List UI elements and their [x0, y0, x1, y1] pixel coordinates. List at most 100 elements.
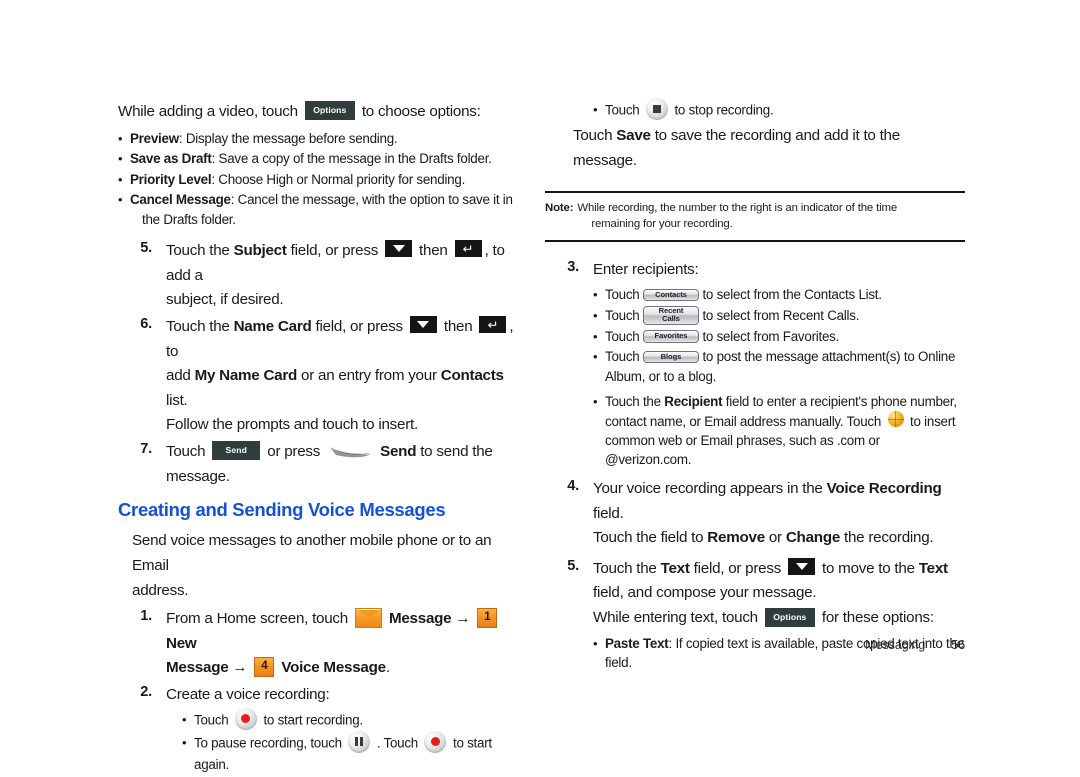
list-item-body: Save as Draft: Save a copy of the messag…: [130, 149, 528, 168]
list-item-body: To pause recording, touch . Touch to sta…: [194, 730, 528, 774]
numbered-step-5: 5. Touch the Subject field, or press the…: [118, 239, 528, 313]
stop-bullet-b: to stop recording.: [674, 102, 774, 118]
save-label: Save: [616, 127, 651, 144]
bullet-icon: •: [593, 307, 598, 323]
option-term: Preview: [130, 130, 179, 146]
list-item: • To pause recording, touch . Touch to s…: [182, 730, 528, 774]
rec-bullet-a: Touch: [194, 712, 229, 728]
menu-badge-4-icon[interactable]: 4: [254, 657, 275, 678]
stop-button-icon[interactable]: [645, 98, 668, 120]
recent-calls-line2: Calls: [662, 314, 680, 324]
numbered-step-2: 2. Create a voice recording: • Touch to …: [118, 683, 528, 775]
step-body: Touch Send or press Send to send the mes…: [152, 440, 528, 489]
step6-line3: Follow the prompts and touch to insert.: [166, 416, 418, 434]
message-envelope-icon[interactable]: [354, 608, 382, 629]
r5-l3-b: for these options:: [821, 609, 934, 627]
list-item: • Touch the Recipient field to enter a r…: [593, 392, 965, 470]
send-softkey[interactable]: Send: [212, 441, 261, 461]
enter-key-icon[interactable]: ↵: [479, 316, 507, 334]
recip-line3: common web or Email phrases, such as .co…: [605, 433, 880, 468]
numbered-step-4: 4. Your voice recording appears in the V…: [545, 477, 965, 551]
list-item: • Save as Draft: Save a copy of the mess…: [118, 149, 528, 169]
step3-title: Enter recipients:: [593, 260, 699, 278]
list-item-body: Touch the Recipient field to enter a rec…: [605, 392, 965, 470]
numbered-step-7: 7. Touch Send or press Send to send the …: [118, 440, 528, 489]
contacts-button[interactable]: Contacts: [642, 288, 699, 302]
list-item: • Touch Contacts to select from the Cont…: [593, 285, 965, 305]
save-line2: message.: [573, 151, 637, 169]
step-number: 6.: [140, 315, 152, 332]
list-item-body: Priority Level: Choose High or Normal pr…: [130, 170, 528, 189]
list-item: • Touch to start recording.: [182, 707, 528, 732]
bullet-icon: •: [593, 349, 598, 365]
globe-icon[interactable]: [887, 411, 904, 428]
option-term: Priority Level: [130, 171, 212, 187]
option-desc: : Choose High or Normal priority for sen…: [211, 171, 466, 187]
list-item: • Cancel Message: Cancel the message, wi…: [118, 190, 528, 229]
recent-calls-button[interactable]: Recent Calls: [642, 305, 699, 325]
list-item: • Touch Blogs to post the message attach…: [593, 347, 965, 386]
record-button-icon[interactable]: [234, 707, 257, 730]
src0-a: Touch: [605, 287, 640, 303]
src3-b2: Album, or to a blog.: [605, 368, 717, 384]
step6-text-c: field, or press: [311, 317, 403, 335]
options-softkey[interactable]: Options: [304, 101, 355, 121]
numbered-step-3: 3. Enter recipients: • Touch Contacts to…: [545, 258, 965, 471]
list-item-body: Preview: Display the message before send…: [130, 129, 528, 148]
step-body: From a Home screen, touch Message → 1 Ne…: [152, 607, 528, 681]
bullet-icon: •: [118, 171, 123, 187]
recip-line2: contact name, or Email address manually.…: [605, 411, 965, 431]
step6-namecard-label: Name Card: [233, 317, 312, 335]
vstep1-text-a: From a Home screen, touch: [166, 610, 348, 628]
src1-b: to select from Recent Calls.: [702, 307, 860, 323]
s4-l1-a: Your voice recording appears in the: [593, 479, 827, 497]
step-body: Enter recipients: • Touch Contacts to se…: [579, 258, 965, 471]
blogs-button[interactable]: Blogs: [642, 350, 699, 363]
step-number: 4.: [567, 477, 579, 494]
bullet-icon: •: [593, 287, 598, 303]
recording-bullets: • Touch to start recording. • To pause r…: [166, 707, 528, 774]
step-number: 1.: [140, 608, 152, 625]
s4-l2-e: the recording.: [840, 529, 934, 547]
step7-send-word: Send: [380, 443, 417, 460]
src2-b: to select from Favorites.: [702, 328, 840, 344]
step4-line2: Touch the field to Remove or Change the …: [593, 526, 965, 551]
voice-intro: Send voice messages to another mobile ph…: [118, 529, 528, 603]
s4-l1-c: field.: [593, 504, 624, 522]
step-number: 7.: [140, 441, 152, 457]
step5-text-c: field, or press: [286, 242, 379, 259]
r5-l1-a: Touch the: [593, 559, 661, 577]
down-arrow-key-icon[interactable]: [788, 558, 816, 576]
right-column: • Touch to stop recording. Touch Save to…: [545, 98, 965, 676]
arrow-glyph-2: →: [232, 659, 248, 677]
phone-send-key-icon[interactable]: [328, 444, 372, 458]
voice-recording-label: Voice Recording: [826, 479, 942, 497]
favorites-button[interactable]: Favorites: [642, 330, 699, 343]
menu-badge-1-icon[interactable]: 1: [477, 608, 498, 629]
option-desc: : Cancel the message, with the option to…: [230, 192, 513, 208]
pause-button-icon[interactable]: [348, 730, 371, 753]
video-options-intro: While adding a video, touch Options to c…: [118, 100, 528, 125]
option-term: Cancel Message: [130, 192, 231, 208]
options-softkey[interactable]: Options: [764, 607, 815, 627]
record-button-icon[interactable]: [424, 730, 447, 753]
rstep5-line3: While entering text, touch Options for t…: [593, 606, 965, 631]
step-body: Touch the Name Card field, or press then…: [152, 315, 528, 438]
list-item: • Priority Level: Choose High or Normal …: [118, 170, 528, 190]
down-arrow-key-icon[interactable]: [385, 240, 413, 258]
arrow-glyph-1: →: [455, 610, 471, 628]
step5-then: then: [419, 242, 448, 259]
down-arrow-key-icon[interactable]: [409, 316, 437, 334]
note-inner: Note: While recording, the number to the…: [545, 201, 965, 232]
enter-key-icon[interactable]: ↵: [454, 240, 482, 258]
pause-bullet-b: . Touch: [376, 735, 418, 751]
rstep5-line1: Touch the Text field, or press to move t…: [593, 557, 965, 582]
save-c: to save the recording and add it to the: [650, 127, 901, 144]
save-line1: Touch Save to save the recording and add…: [573, 124, 965, 149]
list-item: • Preview: Display the message before se…: [118, 129, 528, 149]
src2-a: Touch: [605, 328, 640, 344]
list-item: • Touch to stop recording.: [545, 98, 965, 122]
left-column: While adding a video, touch Options to c…: [118, 100, 528, 777]
vstep1-new-label: New: [166, 634, 197, 652]
step-number: 3.: [567, 258, 579, 275]
